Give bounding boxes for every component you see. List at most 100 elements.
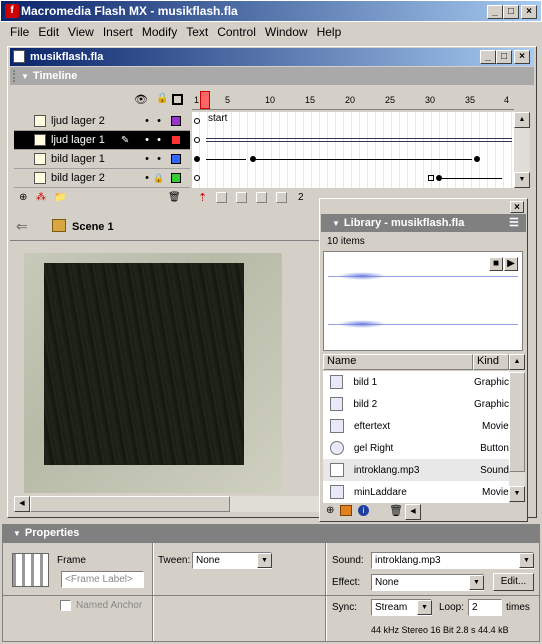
keyframe[interactable] bbox=[250, 156, 256, 162]
keyframe[interactable] bbox=[194, 156, 200, 162]
layer-color-swatch[interactable] bbox=[171, 154, 181, 164]
edit-multiple-icon[interactable] bbox=[256, 192, 267, 203]
list-item[interactable]: introklang.mp3 Sound bbox=[323, 459, 509, 481]
library-close-button[interactable]: × bbox=[510, 201, 524, 213]
lock-icon[interactable]: 🔒 bbox=[153, 173, 165, 184]
grip-icon[interactable] bbox=[5, 527, 9, 539]
grip-icon[interactable] bbox=[13, 70, 17, 82]
scroll-down-button[interactable]: ▼ bbox=[514, 172, 530, 188]
collapse-arrow-icon[interactable]: ▼ bbox=[13, 529, 21, 538]
keyframe[interactable] bbox=[428, 175, 434, 181]
timeline-panel-header[interactable]: ▼ Timeline bbox=[10, 67, 534, 85]
visibility-dot[interactable]: • bbox=[141, 172, 153, 184]
keyframe[interactable] bbox=[194, 118, 200, 124]
layer-row[interactable]: ljud lager 1 ✎ • • bbox=[14, 131, 190, 150]
properties-icon[interactable]: i bbox=[358, 505, 369, 516]
minimize-button[interactable]: _ bbox=[487, 5, 503, 19]
sort-toggle-button[interactable]: ▲ bbox=[509, 354, 525, 370]
library-vscroll[interactable]: ▼ bbox=[509, 370, 525, 502]
doc-close-button[interactable]: × bbox=[514, 50, 530, 64]
collapse-arrow-icon[interactable]: ▼ bbox=[332, 219, 340, 228]
menu-insert[interactable]: Insert bbox=[103, 25, 133, 39]
list-item[interactable]: gel Right Button bbox=[323, 437, 509, 459]
lock-dot[interactable]: • bbox=[153, 153, 165, 165]
outline-icon[interactable] bbox=[172, 94, 183, 105]
col-kind-header[interactable]: Kind bbox=[473, 354, 509, 370]
menu-edit[interactable]: Edit bbox=[38, 25, 59, 39]
grip-icon[interactable] bbox=[324, 217, 328, 229]
frames-grid[interactable]: start bbox=[192, 112, 514, 188]
keyframe[interactable] bbox=[194, 175, 200, 181]
modify-markers-icon[interactable] bbox=[276, 192, 287, 203]
menu-text[interactable]: Text bbox=[186, 25, 208, 39]
timeline-vscroll[interactable]: ▲ ▼ bbox=[514, 112, 530, 188]
lock-dot[interactable]: • bbox=[153, 115, 165, 127]
layer-row[interactable]: ljud lager 2 • • bbox=[14, 112, 190, 131]
chevron-down-icon[interactable]: ▼ bbox=[519, 553, 534, 568]
maximize-button[interactable]: □ bbox=[503, 5, 519, 19]
back-arrow-icon[interactable]: ⇐ bbox=[16, 218, 28, 235]
delete-icon[interactable]: 🗑 bbox=[389, 504, 403, 517]
add-guide-icon[interactable]: ⁂ bbox=[36, 192, 46, 203]
layer-color-swatch[interactable] bbox=[171, 135, 181, 145]
scroll-up-button[interactable]: ▲ bbox=[514, 112, 530, 128]
scroll-left-button[interactable]: ◀ bbox=[14, 496, 30, 512]
menu-file[interactable]: File bbox=[10, 25, 29, 39]
doc-maximize-button[interactable]: □ bbox=[496, 50, 512, 64]
scroll-down-button[interactable]: ▼ bbox=[509, 486, 525, 502]
center-frame-icon[interactable]: ⇡ bbox=[198, 191, 207, 204]
properties-header[interactable]: ▼ Properties bbox=[2, 524, 540, 542]
visibility-dot[interactable]: • bbox=[141, 134, 153, 146]
list-item[interactable]: eftertext Movie bbox=[323, 415, 509, 437]
play-button[interactable]: ▶ bbox=[504, 257, 518, 271]
sound-select[interactable]: introklang.mp3 bbox=[371, 552, 534, 569]
keyframe[interactable] bbox=[474, 156, 480, 162]
list-item[interactable]: bild 2 Graphic bbox=[323, 393, 509, 415]
chevron-down-icon[interactable]: ▼ bbox=[469, 575, 484, 590]
dark-image-frame[interactable] bbox=[44, 263, 244, 465]
frame-label-input[interactable]: <Frame Label> bbox=[61, 571, 144, 588]
chevron-down-icon[interactable]: ▼ bbox=[417, 600, 432, 615]
layer-row[interactable]: bild lager 1 • • bbox=[14, 150, 190, 169]
collapse-arrow-icon[interactable]: ▼ bbox=[21, 72, 29, 81]
stage-area[interactable] bbox=[14, 243, 320, 495]
lock-dot[interactable]: • bbox=[153, 134, 165, 146]
frame-ruler[interactable]: 1 5 10 15 20 25 30 35 4 bbox=[192, 90, 514, 110]
named-anchor-checkbox[interactable] bbox=[60, 600, 71, 611]
keyframe[interactable] bbox=[436, 175, 442, 181]
add-folder-icon[interactable]: 📁 bbox=[54, 192, 66, 203]
chevron-down-icon[interactable]: ▼ bbox=[257, 553, 272, 568]
lock-icon[interactable]: 🔒 bbox=[156, 93, 168, 104]
add-layer-icon[interactable]: ⊕ bbox=[19, 192, 27, 203]
visibility-dot[interactable]: • bbox=[141, 115, 153, 127]
effect-select[interactable]: None bbox=[371, 574, 484, 591]
menu-control[interactable]: Control bbox=[217, 25, 256, 39]
visibility-dot[interactable]: • bbox=[141, 153, 153, 165]
loop-input[interactable]: 2 bbox=[468, 599, 502, 616]
layer-color-swatch[interactable] bbox=[171, 173, 181, 183]
stop-button[interactable]: ■ bbox=[489, 257, 503, 271]
menu-help[interactable]: Help bbox=[317, 25, 342, 39]
scene-name[interactable]: Scene 1 bbox=[72, 221, 114, 233]
menu-view[interactable]: View bbox=[68, 25, 94, 39]
menu-window[interactable]: Window bbox=[265, 25, 308, 39]
playhead[interactable] bbox=[200, 91, 210, 109]
edit-button[interactable]: Edit... bbox=[493, 573, 534, 591]
close-button[interactable]: × bbox=[521, 5, 537, 19]
eye-icon[interactable]: 👁 bbox=[134, 93, 148, 106]
library-header[interactable]: ▼ Library - musikflash.fla ☰ bbox=[321, 214, 526, 232]
stage-hscroll[interactable]: ◀ bbox=[14, 496, 320, 512]
scroll-thumb[interactable] bbox=[30, 496, 230, 512]
list-item[interactable]: minLaddare Movie bbox=[323, 481, 509, 503]
onion-skin-icon[interactable] bbox=[216, 192, 227, 203]
keyframe[interactable] bbox=[194, 137, 200, 143]
menu-modify[interactable]: Modify bbox=[142, 25, 177, 39]
delete-layer-icon[interactable]: 🗑 bbox=[168, 192, 181, 203]
doc-minimize-button[interactable]: _ bbox=[480, 50, 496, 64]
list-item[interactable]: bild 1 Graphic bbox=[323, 371, 509, 393]
new-folder-icon[interactable] bbox=[340, 505, 352, 516]
new-symbol-icon[interactable]: ⊕ bbox=[326, 505, 334, 516]
onion-outline-icon[interactable] bbox=[236, 192, 247, 203]
layer-color-swatch[interactable] bbox=[171, 116, 181, 126]
options-menu-icon[interactable]: ☰ bbox=[509, 216, 519, 229]
